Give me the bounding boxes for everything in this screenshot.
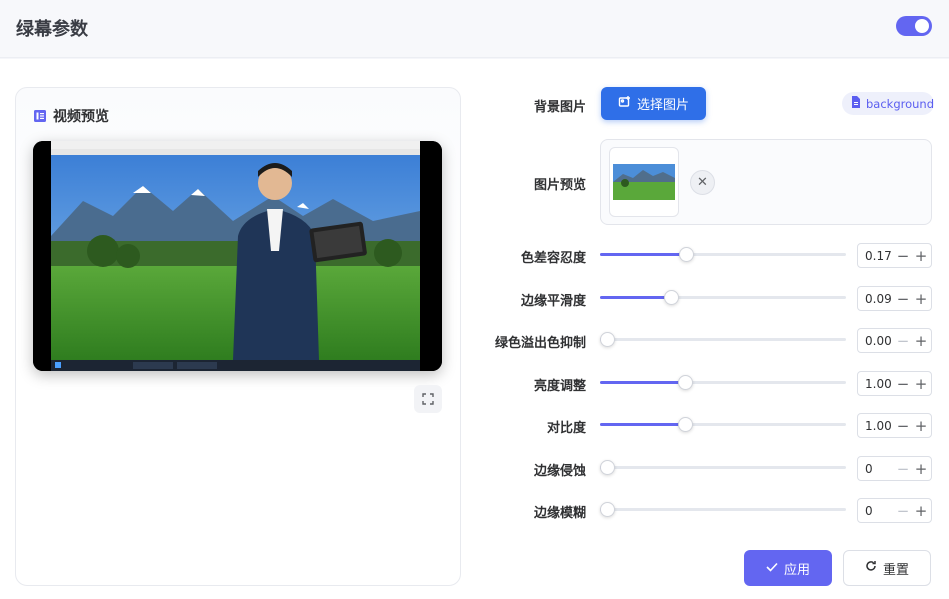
background-file-chip: background xyxy=(842,92,934,115)
header-bar: 绿幕参数 xyxy=(0,0,949,58)
param-label: 绿色溢出色抑制 xyxy=(494,336,586,351)
stepper-value[interactable]: 0 xyxy=(858,504,894,518)
preview-panel-icon xyxy=(33,109,47,123)
param-slider[interactable] xyxy=(600,332,846,348)
slider-track[interactable] xyxy=(600,508,846,511)
slider-track[interactable] xyxy=(600,466,846,469)
fullscreen-icon xyxy=(422,390,434,409)
page-title: 绿幕参数 xyxy=(16,19,88,40)
close-icon: ✕ xyxy=(697,175,708,190)
param-label: 边缘侵蚀 xyxy=(533,464,586,479)
decrement-button[interactable]: − xyxy=(894,375,912,393)
increment-button[interactable]: + xyxy=(912,375,930,393)
decrement-button[interactable]: − xyxy=(894,290,912,308)
green-screen-toggle[interactable] xyxy=(896,16,932,36)
param-stepper: 0.17− + xyxy=(857,243,932,268)
remove-image-button[interactable]: ✕ xyxy=(690,170,715,195)
increment-button[interactable]: + xyxy=(912,290,930,308)
slider-fill xyxy=(600,423,685,426)
background-thumbnail[interactable] xyxy=(609,147,679,217)
increment-button[interactable]: + xyxy=(912,417,930,435)
param-label: 色差容忍度 xyxy=(520,251,586,266)
param-stepper: 0− + xyxy=(857,498,932,523)
slider-fill xyxy=(600,296,672,299)
slider-handle[interactable] xyxy=(600,502,616,517)
slider-track[interactable] xyxy=(600,338,846,341)
select-image-button[interactable]: 选择图片 xyxy=(601,87,706,120)
refresh-icon xyxy=(865,560,877,576)
decrement-button[interactable]: − xyxy=(894,417,912,435)
increment-button[interactable]: + xyxy=(912,332,930,350)
param-slider[interactable] xyxy=(600,247,846,263)
apply-button[interactable]: 应用 xyxy=(744,550,832,586)
slider-handle[interactable] xyxy=(600,460,616,475)
param-stepper: 0− + xyxy=(857,456,932,481)
increment-button[interactable]: + xyxy=(912,247,930,265)
slider-handle[interactable] xyxy=(600,332,616,347)
param-label: 对比度 xyxy=(546,421,586,436)
video-preview-header: 视频预览 xyxy=(33,106,109,126)
reset-button[interactable]: 重置 xyxy=(843,550,931,586)
video-frame-image xyxy=(33,141,442,371)
param-stepper: 1.00− + xyxy=(857,413,932,438)
param-slider[interactable] xyxy=(600,417,846,433)
slider-handle[interactable] xyxy=(677,417,693,432)
slider-handle[interactable] xyxy=(664,290,680,305)
param-slider[interactable] xyxy=(600,460,846,476)
stepper-value[interactable]: 0.17 xyxy=(858,249,894,263)
decrement-button[interactable]: − xyxy=(894,247,912,265)
param-stepper: 0.00− + xyxy=(857,328,932,353)
background-image-label: 背景图片 xyxy=(533,100,586,115)
param-slider[interactable] xyxy=(600,502,846,518)
slider-handle[interactable] xyxy=(677,375,693,390)
video-preview-title: 视频预览 xyxy=(53,109,109,125)
thumbnail-image xyxy=(613,164,675,200)
video-preview[interactable] xyxy=(33,141,442,371)
param-label: 边缘平滑度 xyxy=(520,294,586,309)
image-preview-label: 图片预览 xyxy=(533,178,586,193)
param-label: 边缘模糊 xyxy=(533,506,586,521)
slider-fill xyxy=(600,381,685,384)
stepper-value[interactable]: 0.00 xyxy=(858,334,894,348)
param-stepper: 1.00− + xyxy=(857,371,932,396)
toggle-knob xyxy=(915,19,929,33)
param-slider[interactable] xyxy=(600,375,846,391)
decrement-button[interactable]: − xyxy=(894,332,912,350)
image-upload-icon xyxy=(618,95,631,112)
param-label: 亮度调整 xyxy=(533,379,586,394)
slider-handle[interactable] xyxy=(679,247,695,262)
param-stepper: 0.09− + xyxy=(857,286,932,311)
decrement-button[interactable]: − xyxy=(894,460,912,478)
increment-button[interactable]: + xyxy=(912,460,930,478)
stepper-value[interactable]: 0.09 xyxy=(858,292,894,306)
stepper-value[interactable]: 1.00 xyxy=(858,419,894,433)
decrement-button[interactable]: − xyxy=(894,502,912,520)
param-slider[interactable] xyxy=(600,290,846,306)
increment-button[interactable]: + xyxy=(912,502,930,520)
apply-label: 应用 xyxy=(783,562,810,578)
slider-fill xyxy=(600,253,687,256)
check-icon xyxy=(766,561,778,576)
reset-label: 重置 xyxy=(882,562,909,578)
file-icon xyxy=(851,96,861,111)
stepper-value[interactable]: 0 xyxy=(858,462,894,476)
background-file-name: background xyxy=(866,96,934,111)
stepper-value[interactable]: 1.00 xyxy=(858,377,894,391)
select-image-label: 选择图片 xyxy=(636,98,689,113)
